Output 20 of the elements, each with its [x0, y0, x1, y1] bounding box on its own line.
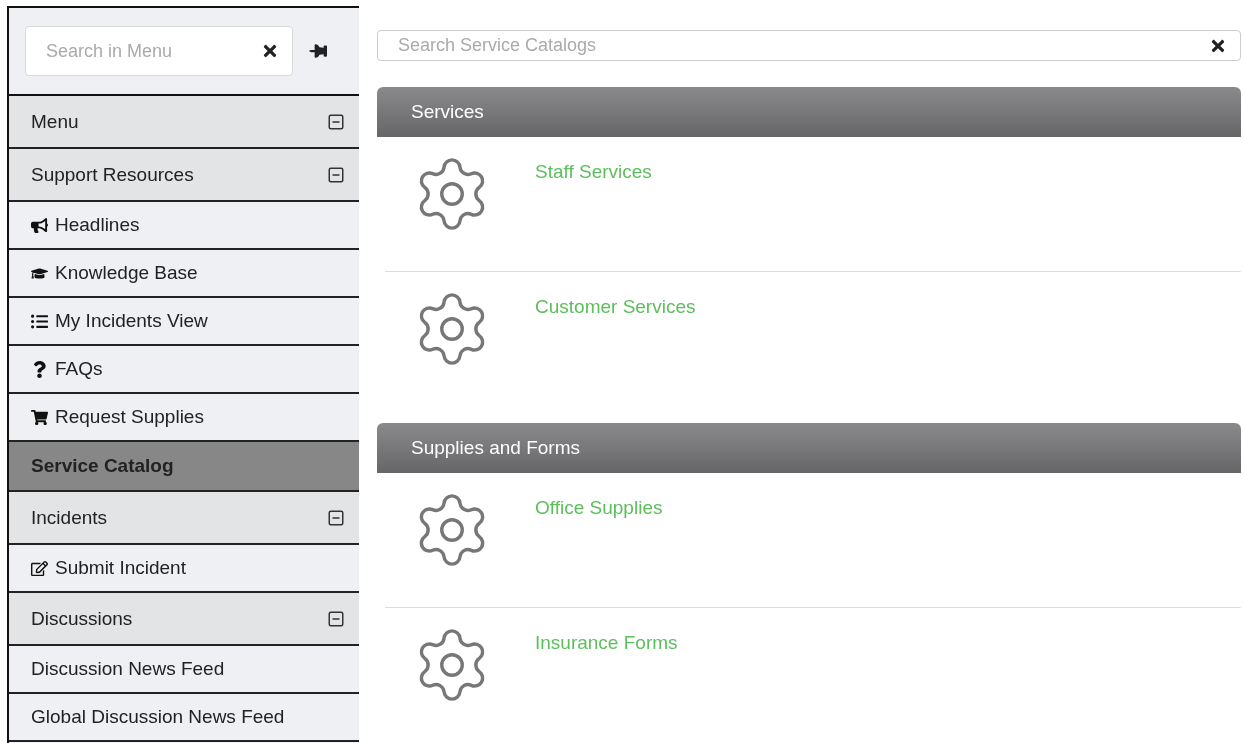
menu-search-field[interactable]: Search in Menu: [25, 26, 293, 76]
collapse-icon[interactable]: [327, 609, 345, 628]
group-header: Supplies and Forms: [377, 423, 1241, 473]
collapse-icon[interactable]: [327, 165, 345, 184]
group-header: Services: [377, 87, 1241, 137]
megaphone-icon: [31, 216, 48, 234]
clear-icon[interactable]: [261, 42, 279, 60]
cart-icon: [31, 408, 48, 426]
collapse-icon[interactable]: [327, 508, 345, 527]
collapse-icon[interactable]: [327, 112, 345, 131]
menu-group-header[interactable]: Menu: [9, 96, 359, 149]
menu-section[interactable]: Service Catalog: [9, 442, 359, 492]
pin-icon[interactable]: [309, 42, 327, 60]
menu-group-header[interactable]: Discussions: [9, 593, 359, 646]
catalog-search-field[interactable]: Search Service Catalogs: [377, 30, 1241, 61]
menu-group-header[interactable]: Support Resources: [9, 149, 359, 202]
question-mark-icon: [31, 360, 48, 378]
edit-icon: [31, 559, 48, 577]
list-icon: [31, 312, 48, 330]
menu-group-header[interactable]: Incidents: [9, 492, 359, 545]
